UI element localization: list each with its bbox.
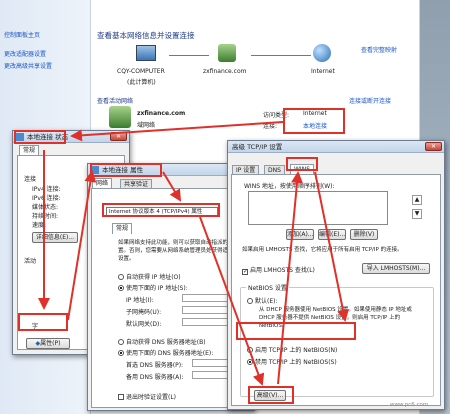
map-link-line bbox=[251, 55, 311, 56]
auto-ip-label: 自动获得 IP 地址(O) bbox=[126, 274, 181, 281]
wins-add-button[interactable]: 添加(A)... bbox=[286, 229, 314, 240]
gateway-label: 默认网关(D): bbox=[126, 321, 162, 328]
active-networks-label: 查看活动网络 bbox=[97, 98, 134, 105]
advanced-dialog-titlebar: 高级 TCP/IP 设置 ✕ bbox=[228, 141, 444, 153]
connections-label: 连接: bbox=[263, 123, 278, 130]
status-row: IPv4 连接: bbox=[32, 186, 61, 193]
nav-adapter-settings-link[interactable]: 更改适配器设置 bbox=[4, 49, 46, 58]
status-dialog-title: 本地连接 状态 bbox=[27, 133, 69, 141]
map-link-line bbox=[169, 55, 209, 56]
advanced-tcpip-dialog: 高级 TCP/IP 设置 ✕ IP 设置 DNS WINS WINS 地址，按使用… bbox=[227, 140, 445, 410]
details-button[interactable]: 详细信息(E)... bbox=[32, 232, 78, 243]
ipv4-tab-general[interactable]: 常规 bbox=[112, 223, 133, 234]
arrow-up-icon[interactable]: ▲ bbox=[412, 195, 422, 205]
wins-remove-button[interactable]: 删除(V) bbox=[350, 229, 378, 240]
radio-icon bbox=[247, 347, 253, 353]
watermark: www.pc6.com bbox=[390, 402, 429, 408]
radio-icon bbox=[118, 350, 124, 356]
properties-button[interactable]: ◆属性(P) bbox=[26, 338, 70, 349]
netbios-enable-radio[interactable]: 启用 TCP/IP 上的 NetBIOS(N) bbox=[247, 345, 337, 354]
status-dialog-titlebar: 本地连接 状态 ✕ bbox=[13, 131, 129, 143]
radio-icon bbox=[247, 359, 253, 365]
radio-icon bbox=[118, 274, 124, 280]
node-internet-name: Internet bbox=[311, 68, 335, 75]
auto-ip-radio[interactable]: 自动获得 IP 地址(O) bbox=[118, 272, 181, 281]
radio-icon bbox=[118, 339, 124, 345]
tcpipv4-list-item[interactable]: Internet 协议版本 4 (TCP/IPv4) 属性 bbox=[106, 207, 218, 217]
properties-button-label: 属性(P) bbox=[40, 340, 61, 347]
network-icon bbox=[16, 133, 24, 141]
domain-network-icon bbox=[218, 44, 236, 62]
nav-home-link[interactable]: 控制面板主页 bbox=[4, 30, 40, 39]
status-row: IPv6 连接: bbox=[32, 195, 61, 202]
netbios-default-radio[interactable]: 默认(E): bbox=[247, 296, 278, 305]
nav-advanced-sharing-link[interactable]: 更改高级共享设置 bbox=[4, 61, 52, 70]
connect-disconnect-link[interactable]: 连接或断开连接 bbox=[349, 96, 391, 105]
preferred-dns-field[interactable] bbox=[192, 359, 232, 367]
checkbox-icon: ✓ bbox=[242, 268, 249, 275]
globe-icon bbox=[313, 44, 331, 62]
auto-dns-label: 自动获得 DNS 服务器地址(B) bbox=[126, 339, 206, 346]
netbios-group: NetBIOS 设置 默认(E): 从 DHCP 服务器使用 NetBIOS 设… bbox=[240, 283, 434, 397]
alternate-dns-label: 备用 DNS 服务器(A): bbox=[126, 374, 184, 381]
access-type-label: 访问类型: bbox=[263, 112, 290, 119]
netbios-disable-label: 禁用 TCP/IP 上的 NetBIOS(S) bbox=[255, 359, 337, 366]
manual-ip-label: 使用下面的 IP 地址(S): bbox=[126, 285, 188, 292]
status-section-label: 连接 bbox=[24, 176, 37, 183]
domain-network-icon bbox=[109, 106, 131, 128]
view-full-map-link[interactable]: 查看完整映射 bbox=[361, 45, 397, 54]
node-domain-name: zxfinance.com bbox=[203, 68, 247, 75]
activity-label: 活动 bbox=[24, 258, 37, 265]
netbios-disable-radio[interactable]: 禁用 TCP/IP 上的 NetBIOS(S) bbox=[247, 357, 337, 366]
checkbox-icon bbox=[118, 394, 124, 400]
preferred-dns-label: 首选 DNS 服务器(P): bbox=[126, 362, 184, 369]
close-icon[interactable]: ✕ bbox=[425, 142, 442, 151]
alternate-dns-field[interactable] bbox=[192, 371, 232, 379]
wins-address-label: WINS 地址，按使用顺序排列(W): bbox=[244, 183, 335, 190]
status-row: 速度: bbox=[32, 222, 47, 229]
subnet-label: 子网掩码(U): bbox=[126, 309, 162, 316]
wins-edit-button[interactable]: 编辑(E)... bbox=[318, 229, 346, 240]
validate-label: 退出时验证设置(L) bbox=[126, 394, 177, 401]
status-row: 持续时间: bbox=[32, 213, 59, 220]
netbios-enable-label: 启用 TCP/IP 上的 NetBIOS(N) bbox=[255, 347, 338, 354]
import-lmhosts-button[interactable]: 导入 LMHOSTS(M)... bbox=[362, 263, 430, 274]
manual-dns-label: 使用下面的 DNS 服务器地址(E): bbox=[126, 350, 214, 357]
ip-address-field[interactable] bbox=[182, 294, 228, 302]
local-connection-link[interactable]: 本地连接 bbox=[303, 121, 327, 130]
radio-icon bbox=[247, 298, 253, 304]
subnet-field[interactable] bbox=[182, 306, 228, 314]
netbios-default-label: 默认(E): bbox=[255, 298, 278, 305]
arrow-down-icon[interactable]: ▼ bbox=[412, 209, 422, 219]
ip-address-label: IP 地址(I): bbox=[126, 297, 154, 304]
netbios-group-label: NetBIOS 设置 bbox=[246, 283, 289, 292]
network-icon bbox=[91, 166, 99, 174]
lmhosts-check-label: 启用 LMHOSTS 查找(L) bbox=[250, 267, 315, 274]
computer-icon bbox=[136, 45, 156, 61]
access-type-value: Internet bbox=[303, 110, 327, 117]
radio-icon bbox=[118, 285, 124, 291]
manual-ip-radio[interactable]: 使用下面的 IP 地址(S): bbox=[118, 283, 188, 292]
lmhosts-checkbox[interactable]: ✓ 启用 LMHOSTS 查找(L) bbox=[242, 265, 315, 275]
node-computer-sub: (此计算机) bbox=[127, 79, 156, 86]
netbios-default-desc: 从 DHCP 服务器使用 NetBIOS 设置。如果使用静态 IP 地址或 DH… bbox=[259, 307, 412, 329]
wins-panel: WINS 地址，按使用顺序排列(W): 添加(A)... 编辑(E)... 删除… bbox=[231, 174, 441, 406]
node-computer-name: CQY-COMPUTER bbox=[117, 68, 165, 75]
active-network-name: zxfinance.com bbox=[137, 110, 186, 117]
manual-dns-radio[interactable]: 使用下面的 DNS 服务器地址(E): bbox=[118, 348, 213, 357]
auto-dns-radio[interactable]: 自动获得 DNS 服务器地址(B) bbox=[118, 337, 206, 346]
sent-label: 字 bbox=[32, 323, 39, 330]
wins-address-list[interactable] bbox=[248, 191, 388, 225]
network-center-heading: 查看基本网络信息并设置连接 bbox=[97, 31, 195, 40]
status-row: 媒体状态: bbox=[32, 204, 59, 211]
advanced-dialog-title: 高级 TCP/IP 设置 bbox=[232, 143, 283, 151]
close-icon[interactable]: ✕ bbox=[110, 132, 127, 141]
advanced-button[interactable]: 高级(V)... bbox=[254, 390, 286, 401]
gateway-field[interactable] bbox=[182, 318, 228, 326]
validate-checkbox[interactable]: 退出时验证设置(L) bbox=[118, 392, 176, 401]
properties-dialog-title: 本地连接 属性 bbox=[102, 166, 144, 174]
lmhosts-description: 如果启用 LMHOSTS 查找，它将应用于所有启用 TCP/IP 的连接。 bbox=[242, 247, 403, 253]
active-network-type: 域网络 bbox=[137, 122, 156, 129]
